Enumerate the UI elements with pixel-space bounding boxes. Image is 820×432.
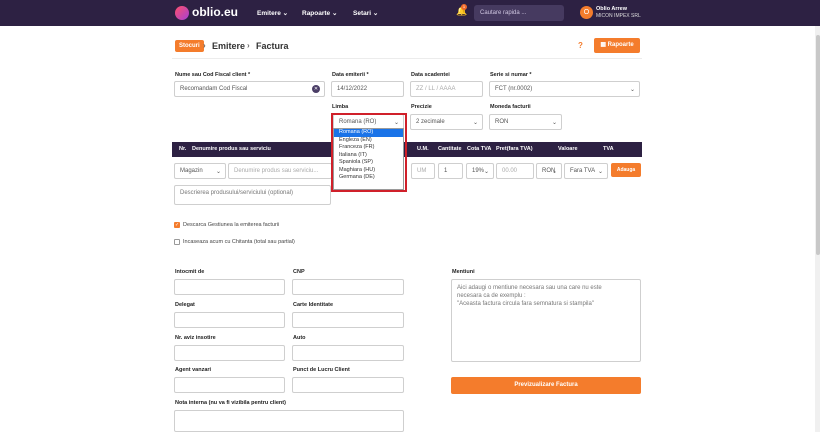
user-avatar[interactable]: O bbox=[580, 6, 593, 19]
series-label: Serie si numar * bbox=[490, 72, 532, 78]
currency-select[interactable]: RON ⌄ bbox=[489, 114, 562, 130]
stocuri-badge-button[interactable]: Stocuri bbox=[175, 40, 204, 52]
col-vat-rate: Cota TVA bbox=[467, 146, 492, 152]
aviz-label: Nr. aviz insotire bbox=[175, 335, 216, 341]
chevron-down-icon: ⌄ bbox=[629, 87, 635, 93]
row-currency-select[interactable]: RON ⌄ bbox=[536, 163, 562, 179]
series-select[interactable]: FCT (nr.0002) ⌄ bbox=[489, 81, 640, 97]
chevron-down-icon: ⌄ bbox=[551, 169, 557, 175]
nota-textarea[interactable] bbox=[174, 410, 404, 432]
description-textarea[interactable]: Descrierea produsului/serviciului (optio… bbox=[174, 185, 331, 205]
user-name[interactable]: Oblio Arrew bbox=[596, 6, 627, 12]
mentiuni-placeholder-line: Aici adaugi o mentiune necesara sau una … bbox=[457, 285, 602, 291]
divider bbox=[172, 58, 642, 59]
col-price: Pret(fara TVA) bbox=[496, 146, 533, 152]
chevron-down-icon: ⌄ bbox=[372, 10, 379, 17]
preview-invoice-button[interactable]: Previzualizare Factura bbox=[451, 377, 641, 394]
quick-search-input[interactable]: Cautare rapida ... bbox=[474, 5, 564, 21]
agent-input[interactable] bbox=[174, 377, 285, 393]
clear-icon[interactable]: ✕ bbox=[312, 85, 320, 93]
descarca-checkbox[interactable]: ✓ bbox=[174, 222, 180, 228]
mentiuni-textarea[interactable]: Aici adaugi o mentiune necesara sau una … bbox=[451, 279, 641, 362]
chevron-down-icon: ⌄ bbox=[472, 120, 478, 126]
chevron-down-icon: ⌄ bbox=[215, 169, 221, 175]
carte-input[interactable] bbox=[292, 312, 404, 328]
date-emit-label: Data emiterii * bbox=[332, 72, 369, 78]
nota-label: Nota interna (nu va fi vizibila pentru c… bbox=[175, 400, 286, 406]
report-icon: ▦ bbox=[600, 42, 606, 48]
delegat-label: Delegat bbox=[175, 302, 195, 308]
chevron-down-icon: ⌄ bbox=[483, 169, 489, 175]
due-date-label: Data scadentei bbox=[411, 72, 450, 78]
col-product: Denumire produs sau serviciu bbox=[192, 146, 271, 152]
chevron-down-icon: ⌄ bbox=[597, 169, 603, 175]
help-icon[interactable]: ? bbox=[578, 41, 583, 50]
client-input[interactable]: Recomandam Cod Fiscal ✕ bbox=[174, 81, 325, 97]
aviz-input[interactable] bbox=[174, 345, 285, 361]
add-product-button[interactable]: Adauga bbox=[611, 163, 641, 177]
logo-text[interactable]: oblio.eu bbox=[192, 5, 238, 19]
page-title: Factura bbox=[256, 41, 289, 51]
gestiune-select[interactable]: Magazin ⌄ bbox=[174, 163, 226, 179]
intocmit-input[interactable] bbox=[174, 279, 285, 295]
due-date-input[interactable]: ZZ / LL / AAAA bbox=[410, 81, 483, 97]
chevron-down-icon: ⌄ bbox=[282, 10, 289, 17]
incaseaza-checkbox[interactable] bbox=[174, 239, 180, 245]
mentiuni-placeholder-line: necesara ca de exemplu : bbox=[457, 293, 526, 299]
chevron-right-icon: › bbox=[247, 41, 250, 50]
auto-input[interactable] bbox=[292, 345, 404, 361]
precision-select[interactable]: 2 zecimale ⌄ bbox=[410, 114, 483, 130]
um-input[interactable]: UM bbox=[411, 163, 435, 179]
product-name-input[interactable]: Denumire produs sau serviciu... bbox=[228, 163, 332, 179]
cnp-input[interactable] bbox=[292, 279, 404, 295]
precision-label: Precizie bbox=[411, 104, 432, 110]
user-company: MICON IMPEX SRL bbox=[596, 13, 641, 19]
rapoarte-button[interactable]: ▦ Rapoarte bbox=[594, 38, 640, 53]
date-emit-input[interactable]: 14/12/2022 bbox=[331, 81, 404, 97]
quantity-input[interactable]: 1 bbox=[438, 163, 463, 179]
carte-label: Carte Identitate bbox=[293, 302, 334, 308]
agent-label: Agent vanzari bbox=[175, 367, 212, 373]
currency-label: Moneda facturii bbox=[490, 104, 531, 110]
vat-rate-select[interactable]: 19% ⌄ bbox=[466, 163, 494, 179]
delegat-input[interactable] bbox=[174, 312, 285, 328]
language-label: Limba bbox=[332, 104, 349, 110]
client-label: Nume sau Cod Fiscal client * bbox=[175, 72, 251, 78]
top-navbar bbox=[0, 0, 820, 26]
col-value: Valoare bbox=[558, 146, 578, 152]
col-nr: Nr. bbox=[179, 146, 187, 152]
intocmit-label: Intocmit de bbox=[175, 269, 205, 275]
price-input[interactable]: 00.00 bbox=[496, 163, 534, 179]
mentiuni-placeholder-line: "Aceasta factura circula fara semnatura … bbox=[457, 301, 594, 307]
nav-setari[interactable]: Setari ⌄ bbox=[353, 9, 378, 17]
col-um: U.M. bbox=[417, 146, 429, 152]
col-qty: Cantitate bbox=[438, 146, 462, 152]
cnp-label: CNP bbox=[293, 269, 305, 275]
punct-label: Punct de Lucru Client bbox=[293, 367, 350, 373]
breadcrumb-emitere[interactable]: Emitere bbox=[212, 40, 245, 52]
incaseaza-label: Incaseaza acum cu Chitanta (total sau pa… bbox=[183, 239, 295, 245]
punct-input[interactable] bbox=[292, 377, 404, 393]
vat-type-select[interactable]: Fara TVA ⌄ bbox=[564, 163, 608, 179]
highlight-box bbox=[331, 113, 407, 192]
oblio-logo-icon[interactable] bbox=[175, 6, 189, 20]
nav-rapoarte[interactable]: Rapoarte ⌄ bbox=[302, 9, 337, 17]
chevron-down-icon: ⌄ bbox=[332, 10, 338, 17]
chevron-down-icon: ⌄ bbox=[551, 120, 557, 126]
notification-badge: 1 bbox=[461, 4, 467, 10]
nav-emitere[interactable]: Emitere ⌄ bbox=[257, 9, 288, 17]
mentiuni-label: Mentiuni bbox=[452, 269, 475, 275]
col-vat: TVA bbox=[603, 146, 614, 152]
auto-label: Auto bbox=[293, 335, 306, 341]
descarca-label: Descarca Gestiunea la emiterea facturii bbox=[183, 222, 280, 228]
scrollbar-thumb[interactable] bbox=[815, 35, 820, 255]
chevron-right-icon: › bbox=[203, 41, 206, 50]
